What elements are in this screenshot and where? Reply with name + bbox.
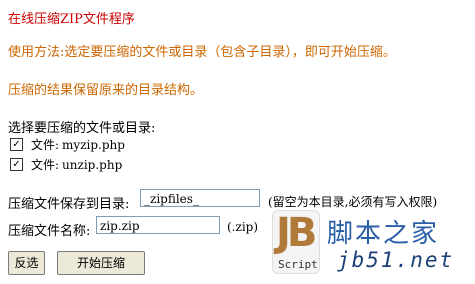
save-dir-input[interactable]: _zipfiles_: [140, 189, 260, 207]
file-prefix-label: 文件:: [31, 158, 60, 172]
invert-selection-button[interactable]: 反选: [8, 251, 45, 275]
file-prefix-label: 文件:: [31, 138, 60, 152]
save-dir-note: (留空为本目录,必须有写入权限): [268, 195, 438, 209]
choose-files-label: 选择要压缩的文件或目录:: [8, 121, 156, 136]
page-title: 在线压缩ZIP文件程序: [8, 12, 135, 27]
usage-instructions: 使用方法:选定要压缩的文件或目录（包含子目录），即可开始压缩。: [8, 45, 396, 60]
file-checkbox-unzip[interactable]: ✓: [10, 158, 23, 171]
file-item-unzip: ✓ 文件: unzip.php: [10, 156, 122, 173]
watermark-script-text: Script: [278, 258, 318, 271]
watermark-site-name: 脚本之家: [327, 219, 440, 249]
file-item-myzip: ✓ 文件: myzip.php: [10, 136, 125, 153]
save-dir-label: 压缩文件保存到目录:: [8, 197, 130, 212]
zip-name-label: 压缩文件名称:: [8, 224, 91, 239]
file-name-label: myzip.php: [62, 137, 125, 152]
file-checkbox-myzip[interactable]: ✓: [10, 138, 23, 151]
zip-name-input[interactable]: zip.zip: [96, 216, 220, 234]
watermark-site-url: jb51.net: [337, 248, 455, 272]
zip-ext-label: (.zip): [227, 220, 259, 234]
watermark-logo: JB: [276, 210, 317, 256]
start-compress-button[interactable]: 开始压缩: [57, 251, 145, 275]
result-note: 压缩的结果保留原来的目录结构。: [8, 83, 204, 98]
file-name-label: unzip.php: [62, 157, 123, 172]
